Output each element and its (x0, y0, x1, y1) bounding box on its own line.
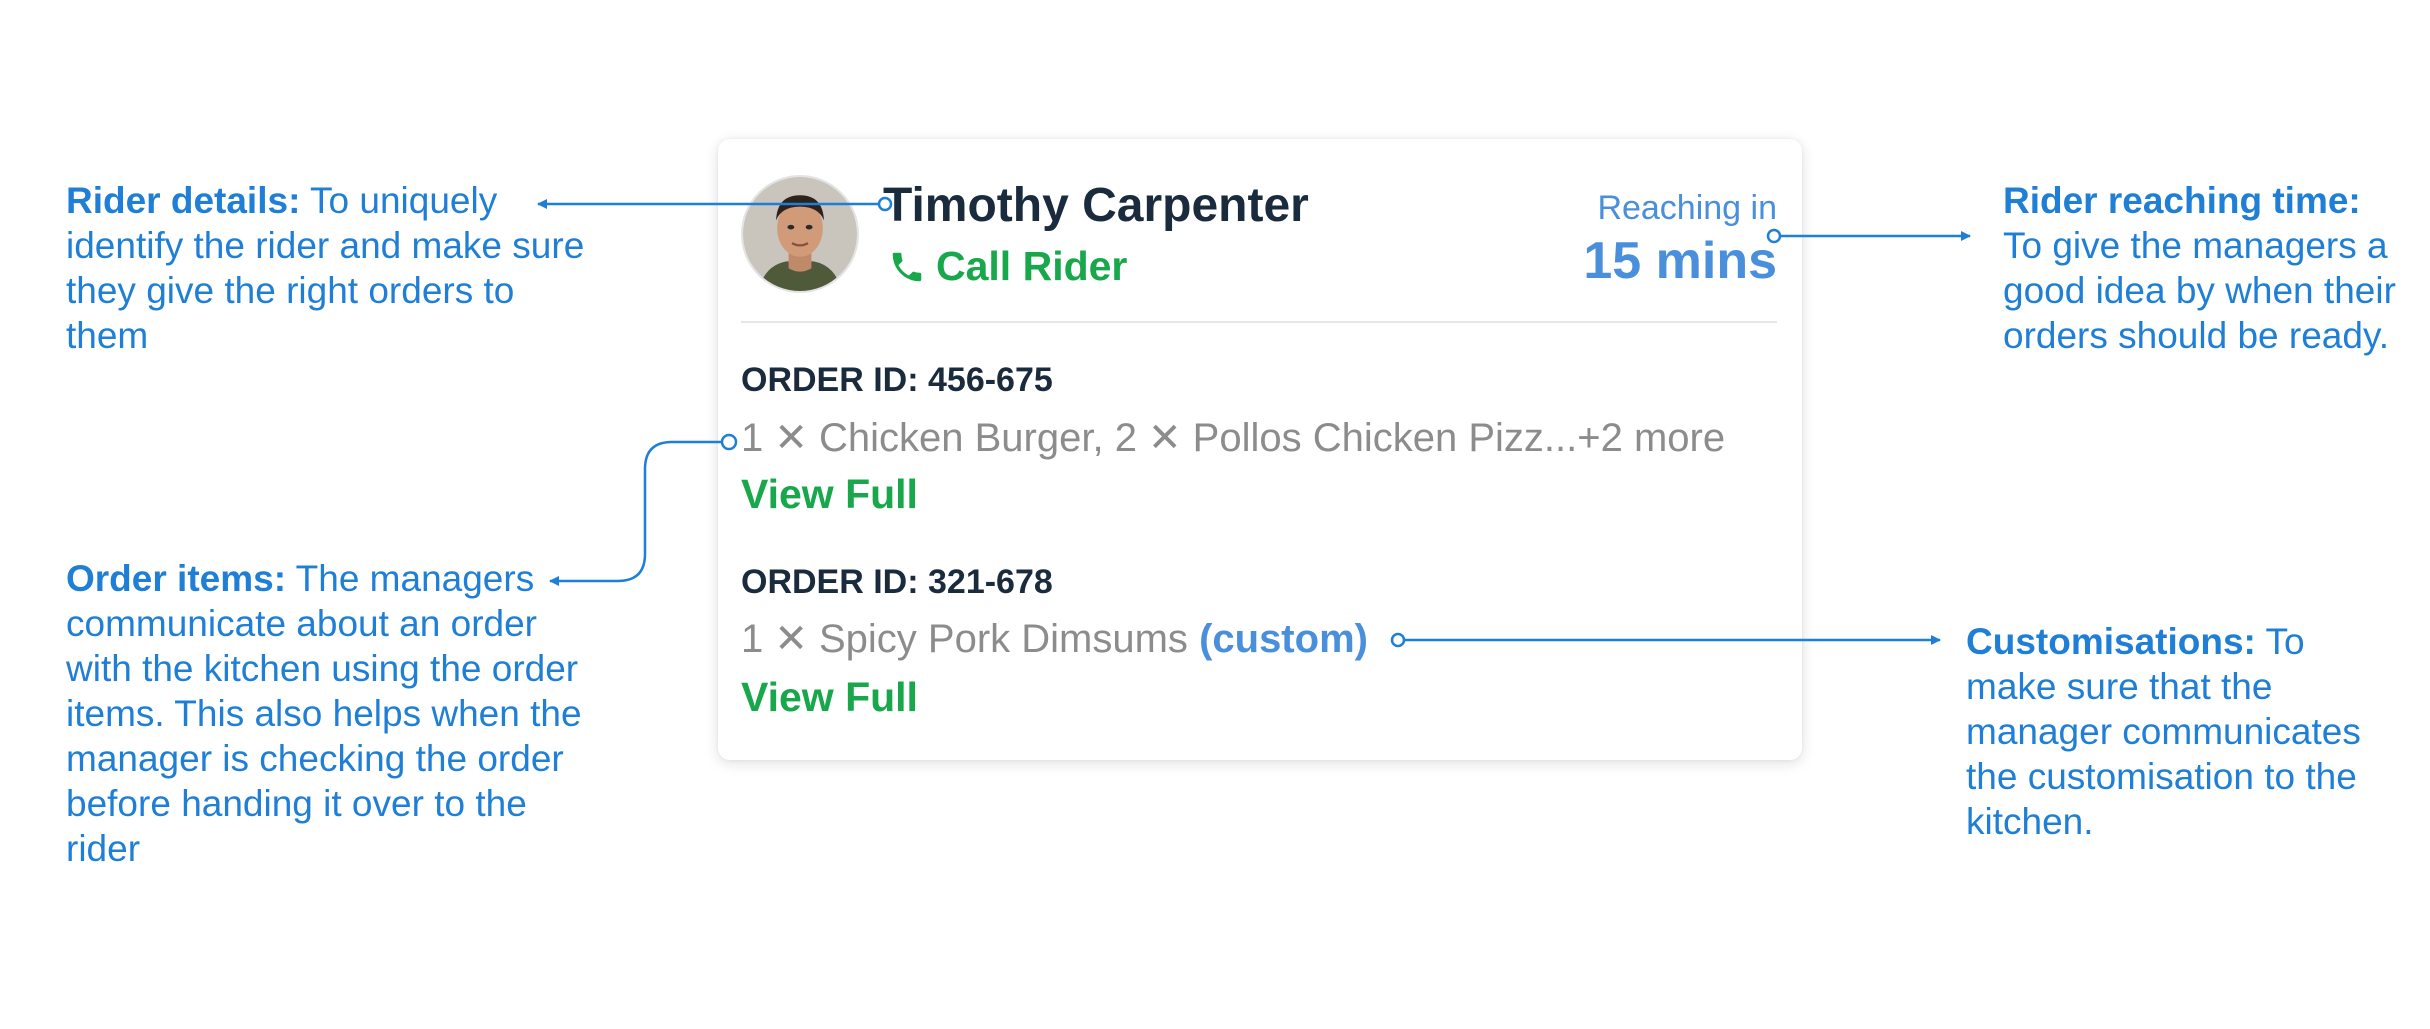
order-id: ORDER ID: 456-675 (741, 361, 1053, 399)
custom-tag: (custom) (1199, 617, 1368, 661)
annotation-order-items-body: The managers communicate about an order … (66, 558, 582, 869)
annotation-order-items: Order items: The managers communicate ab… (66, 556, 586, 871)
annotation-order-items-title: Order items: (66, 558, 287, 599)
order-items-text: 1 ✕ Spicy Pork Dimsums (custom) (741, 616, 1368, 662)
rider-order-card: Timothy Carpenter Call Rider Reaching in… (718, 139, 1802, 760)
annotation-customisations-title: Customisations: (1966, 621, 2256, 662)
annotation-customisations: Customisations: To make sure that the ma… (1966, 619, 2376, 844)
annotation-rider-details-title: Rider details: (66, 180, 301, 221)
view-full-link[interactable]: View Full (741, 471, 918, 518)
call-rider-label: Call Rider (936, 243, 1128, 289)
order-items-list: 1 ✕ Chicken Burger, 2 ✕ Pollos Chicken P… (741, 416, 1726, 460)
order-items-list: 1 ✕ Spicy Pork Dimsums (741, 617, 1188, 661)
phone-icon (892, 252, 922, 281)
order-items-text: 1 ✕ Chicken Burger, 2 ✕ Pollos Chicken P… (741, 415, 1725, 461)
annotation-reaching-time: Rider reaching time: To give the manager… (2003, 178, 2403, 358)
order-id: ORDER ID: 321-678 (741, 563, 1053, 601)
annotation-rider-details: Rider details: To uniquely identify the … (66, 178, 586, 358)
rider-name: Timothy Carpenter (883, 179, 1309, 232)
view-full-link[interactable]: View Full (741, 674, 918, 721)
avatar-photo-icon (743, 177, 857, 291)
reaching-time-value: 15 mins (1583, 232, 1777, 290)
reaching-in-label: Reaching in (1597, 189, 1777, 227)
rider-avatar (741, 175, 859, 293)
card-divider (741, 321, 1777, 323)
call-rider-button[interactable]: Call Rider (888, 243, 1127, 290)
annotation-reaching-time-body: To give the managers a good idea by when… (2003, 225, 2396, 356)
annotation-reaching-time-title: Rider reaching time: (2003, 180, 2361, 221)
